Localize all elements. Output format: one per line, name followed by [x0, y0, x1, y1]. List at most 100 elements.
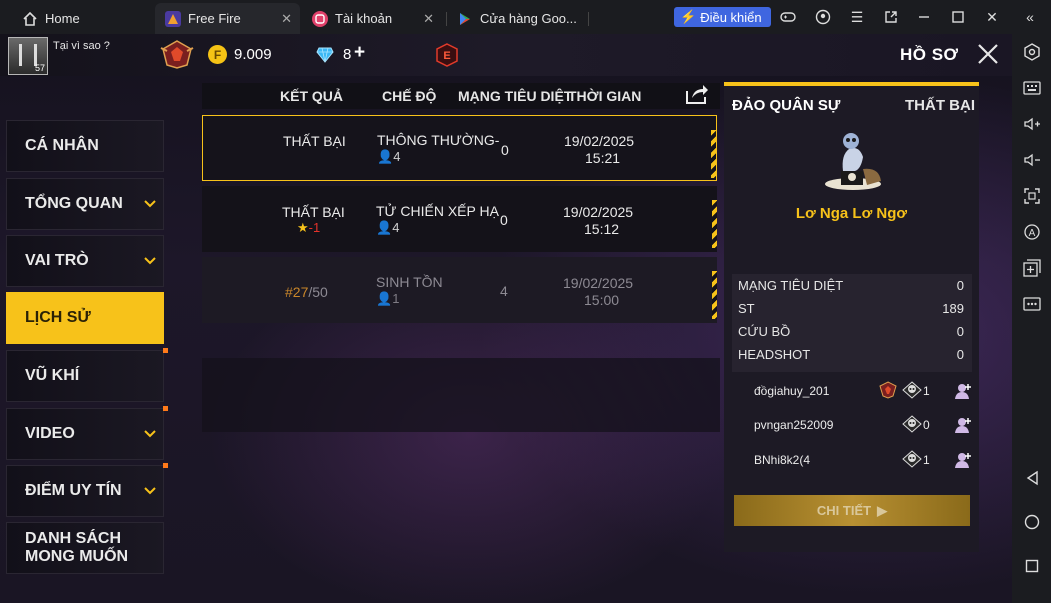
add-friend-icon[interactable] — [954, 416, 972, 434]
menu-item-video[interactable]: VIDEO — [6, 406, 168, 460]
e-badge-icon[interactable]: E — [436, 43, 458, 67]
tab-home[interactable]: Home — [12, 3, 90, 34]
header-mode: CHẾ ĐỘ — [382, 88, 437, 104]
tab-free-fire-label: Free Fire — [188, 11, 241, 26]
tab-google-store[interactable]: Cửa hàng Goo... — [447, 3, 587, 34]
row-mode: THÔNG THƯỜNG- — [377, 132, 500, 148]
add-instance-icon[interactable] — [1022, 258, 1042, 278]
row-time: 15:12 — [584, 221, 620, 237]
home-circle-icon[interactable] — [1022, 512, 1042, 532]
control-button[interactable]: ⚡ Điều khiển — [674, 7, 771, 27]
settings-hex-icon[interactable] — [1022, 42, 1042, 62]
team-size: 4 — [393, 149, 401, 164]
menu-item-label: CÁ NHÂN — [25, 137, 99, 154]
close-tab-icon[interactable]: ✕ — [423, 11, 434, 27]
menu-item-label: VŨ KHÍ — [25, 367, 80, 384]
maximize-icon[interactable] — [949, 8, 967, 26]
row-kills: 0 — [501, 142, 509, 158]
stat-row: ST 189 — [738, 301, 964, 316]
history-row[interactable]: #27/50 SINH TỒN 👤1 4 19/02/2025 15:00 — [202, 257, 717, 323]
teammate-row[interactable]: đồgiahuy_201 1 — [732, 376, 972, 406]
close-window-icon[interactable]: ✕ — [983, 8, 1001, 26]
screenshot-icon[interactable] — [1022, 186, 1042, 206]
teammate-row[interactable]: pvngan252009 0 — [732, 410, 972, 440]
stat-value: 189 — [942, 301, 964, 316]
tab-account[interactable]: Tài khoản ✕ — [302, 3, 442, 34]
tab-separator — [588, 12, 589, 26]
menu-item-history[interactable]: LỊCH SỬ — [6, 292, 164, 344]
keyboard-icon[interactable] — [1022, 78, 1042, 98]
user-circle-icon[interactable] — [814, 8, 832, 26]
minimize-icon[interactable] — [915, 8, 933, 26]
row-date: 19/02/2025 — [563, 275, 634, 291]
volume-down-icon[interactable] — [1022, 150, 1042, 170]
chevron-down-icon — [144, 487, 156, 495]
menu-item-label: VAI TRÒ — [25, 252, 89, 269]
emulator-side-toolbar: A — [1012, 34, 1051, 603]
row-rank: #27/50 — [285, 284, 328, 300]
add-friend-icon[interactable] — [954, 382, 972, 400]
browser-tab-bar: Home Free Fire ✕ Tài khoản ✕ Cửa hàng Go… — [0, 0, 1051, 34]
why-link[interactable]: Tại vì sao ? — [53, 40, 110, 52]
tab-free-fire[interactable]: Free Fire ✕ — [155, 3, 300, 34]
svg-text:A: A — [1029, 228, 1036, 239]
rank-badge-icon — [160, 40, 194, 69]
row-date: 19/02/2025 — [563, 204, 634, 220]
header-time: THỜI GIAN — [568, 88, 642, 104]
menu-item-personal[interactable]: CÁ NHÂN — [6, 120, 164, 172]
row-time: 15:00 — [584, 292, 620, 308]
player-avatar[interactable]: 57 — [8, 37, 48, 75]
share-icon[interactable] — [685, 83, 709, 105]
history-row[interactable]: THẤT BẠI ★-1 TỬ CHIẾN XẾP HẠ 👤4 0 19/02/… — [202, 186, 717, 252]
close-icon[interactable] — [976, 42, 1000, 66]
menu-item-role[interactable]: VAI TRÒ — [6, 235, 164, 287]
kill-skull-icon — [902, 381, 922, 399]
menu-item-label: ĐIỂM UY TÍN — [25, 482, 122, 499]
auto-icon[interactable]: A — [1022, 222, 1042, 242]
menu-item-weapons[interactable]: VŨ KHÍ — [6, 348, 168, 402]
menu-icon[interactable]: ☰ — [848, 8, 866, 26]
row-stripe — [712, 200, 717, 248]
stat-row: MẠNG TIÊU DIỆT 0 — [738, 278, 964, 293]
diamond-amount: 8 — [343, 46, 352, 63]
menu-item-reputation[interactable]: ĐIỂM UY TÍN — [6, 463, 168, 517]
menu-item-label-line2: MONG MUỐN — [25, 548, 129, 565]
add-friend-icon[interactable] — [954, 451, 972, 469]
back-icon[interactable] — [1022, 468, 1042, 488]
details-button[interactable]: CHI TIẾT ▶ — [734, 495, 970, 526]
account-icon — [312, 10, 328, 27]
collapse-sidebar-icon[interactable]: « — [1021, 8, 1039, 26]
header-kills: MẠNG TIÊU DIỆT — [458, 88, 573, 104]
row-mode: TỬ CHIẾN XẾP HẠ — [376, 203, 499, 219]
match-detail-panel: ĐẢO QUÂN SỰ THẤT BẠI Lơ Nga Lơ Ngơ MẠNG … — [724, 82, 979, 552]
stat-value: 0 — [956, 347, 964, 362]
menu-item-overview[interactable]: TỔNG QUAN — [6, 178, 164, 230]
more-icon[interactable] — [1022, 294, 1042, 314]
row-date: 19/02/2025 — [564, 133, 635, 149]
teammate-row[interactable]: BNhi8k2(4 1 — [732, 445, 972, 475]
teammate-name: đồgiahuy_201 — [754, 384, 830, 398]
row-time: 15:21 — [585, 150, 621, 166]
play-arrow-icon: ▶ — [877, 502, 888, 518]
stat-row: CỨU BỒ 0 — [738, 324, 964, 339]
control-button-label: Điều khiển — [700, 9, 762, 25]
popout-icon[interactable] — [882, 8, 900, 26]
volume-up-icon[interactable] — [1022, 114, 1042, 134]
add-diamonds-button[interactable]: + — [354, 42, 365, 64]
kill-skull-icon — [902, 450, 922, 468]
stat-label: HEADSHOT — [738, 347, 811, 362]
menu-item-wishlist[interactable]: DANH SÁCH MONG MUỐN — [6, 522, 164, 574]
row-result: THẤT BẠI — [282, 204, 345, 220]
details-button-label: CHI TIẾT — [816, 503, 872, 518]
rank-total: /50 — [308, 284, 328, 300]
recents-icon[interactable] — [1022, 556, 1042, 576]
detail-result: THẤT BẠI — [905, 97, 975, 114]
lightning-icon: ⚡ — [680, 9, 697, 24]
history-row[interactable]: THẤT BẠI THÔNG THƯỜNG- 👤4 0 19/02/2025 1… — [202, 115, 717, 181]
close-tab-icon[interactable]: ✕ — [281, 11, 292, 27]
tab-google-store-label: Cửa hàng Goo... — [480, 11, 577, 26]
stat-value: 0 — [956, 278, 964, 293]
kill-skull-icon — [902, 415, 922, 433]
chevron-down-icon — [144, 257, 156, 265]
gamepad-icon[interactable] — [779, 8, 797, 26]
